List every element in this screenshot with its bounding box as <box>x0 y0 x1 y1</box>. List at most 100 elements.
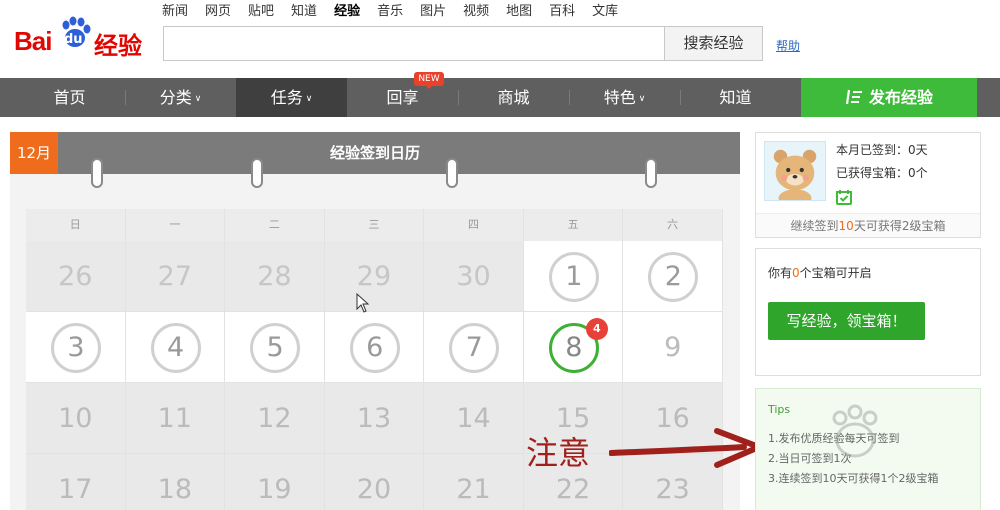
calendar-check-icon[interactable] <box>836 189 852 205</box>
topnav-baike[interactable]: 百科 <box>549 3 575 21</box>
mouse-cursor-icon <box>356 293 370 313</box>
edit-icon <box>845 89 862 105</box>
weekday-label: 二 <box>225 209 325 241</box>
day-number: 13 <box>356 403 392 434</box>
bear-avatar <box>764 141 826 201</box>
day-number: 17 <box>58 474 93 505</box>
day-number: 9 <box>664 332 682 363</box>
calendar-day: 11 <box>125 383 226 454</box>
logo-bai: Bai <box>14 26 52 56</box>
calendar-day: 7 <box>424 312 524 383</box>
day-number: 4 <box>150 323 201 373</box>
mainnav-huixiang-label: 回享 <box>386 88 419 107</box>
mainnav-category-label: 分类 <box>159 88 192 107</box>
day-number: 7 <box>449 323 500 373</box>
weekday-label: 日 <box>26 209 126 241</box>
calendar-day: 12 <box>225 383 325 454</box>
mainnav-tasks[interactable]: 任务 ∨ <box>236 78 347 117</box>
topnav-images[interactable]: 图片 <box>420 3 446 21</box>
mainnav-category[interactable]: 分类 ∨ <box>125 78 236 117</box>
calendar-week-row: 34567849 <box>26 312 723 383</box>
logo-jingyan: 经验 <box>94 32 142 60</box>
signed-days-text: 本月已签到：0天 <box>836 143 928 157</box>
mainnav-zhidao[interactable]: 知道 <box>680 78 791 117</box>
day-number: 29 <box>356 261 392 292</box>
topnav-news[interactable]: 新闻 <box>162 3 188 21</box>
day-number: 12 <box>257 403 292 434</box>
calendar-day: 4 <box>125 312 226 383</box>
topnav-wenku[interactable]: 文库 <box>592 3 618 21</box>
mainnav-mall[interactable]: 商城 <box>458 78 569 117</box>
chest-card: 你有0个宝箱可开启 写经验，领宝箱！ <box>755 248 981 376</box>
signin-stats-card: 本月已签到：0天 已获得宝箱：0个 继续签到10天可获得2级宝箱 <box>755 132 981 238</box>
topnav-jingyan[interactable]: 经验 <box>334 3 360 21</box>
calendar-day: 3 <box>26 312 126 383</box>
calendar-day: 17 <box>26 454 126 510</box>
chests-earned-text: 已获得宝箱：0个 <box>836 166 928 180</box>
calendar-day-today[interactable]: 84 <box>523 312 624 383</box>
chest-text-prefix: 你有 <box>768 266 793 280</box>
publish-button[interactable]: 发布经验 <box>801 78 977 117</box>
weekday-label: 三 <box>324 209 425 241</box>
top-nav: 新闻 网页 贴吧 知道 经验 音乐 图片 视频 地图 百科 文库 <box>162 3 635 21</box>
topnav-web[interactable]: 网页 <box>205 3 231 21</box>
baidu-jingyan-logo[interactable]: Bai du 经验 <box>14 10 144 60</box>
search-button[interactable]: 搜索经验 <box>664 26 763 61</box>
calendar-day: 5 <box>225 312 325 383</box>
day-number: 5 <box>250 323 301 373</box>
day-number: 6 <box>349 323 400 373</box>
logo-du: du <box>64 32 83 47</box>
topnav-map[interactable]: 地图 <box>506 3 532 21</box>
calendar-day: 9 <box>623 312 723 383</box>
annotation-arrow-icon <box>609 428 762 468</box>
topnav-zhidao[interactable]: 知道 <box>291 3 317 21</box>
mainnav-tasks-label: 任务 <box>270 88 303 107</box>
calendar-day: 6 <box>324 312 425 383</box>
calendar-day: 29 <box>324 241 425 312</box>
day-number: 10 <box>58 403 93 434</box>
new-badge: NEW <box>414 72 444 89</box>
calendar-week-row: 26 27 28 29 30 1 2 <box>26 241 723 312</box>
calendar-title: 经验签到日历 <box>329 144 420 162</box>
calendar-day: 18 <box>125 454 226 510</box>
search-input[interactable] <box>163 26 665 61</box>
calendar-day: 26 <box>26 241 126 312</box>
mainnav-zhidao-label: 知道 <box>719 88 752 107</box>
day-number: 21 <box>456 474 491 505</box>
chest-text-suffix: 个宝箱可开启 <box>799 266 872 280</box>
day-number: 11 <box>157 403 193 434</box>
calendar-day: 19 <box>225 454 325 510</box>
weekday-label: 五 <box>523 209 624 241</box>
calendar-header: 经验签到日历 12月 <box>10 132 740 174</box>
help-link[interactable]: 帮助 <box>776 37 800 54</box>
mainnav-mall-label: 商城 <box>497 88 530 107</box>
calendar-day: 14 <box>424 383 524 454</box>
mainnav-home-label: 首页 <box>53 88 86 107</box>
notification-badge: 4 <box>585 318 608 340</box>
binder-ring-icon <box>645 158 657 188</box>
calendar-day: 27 <box>125 241 226 312</box>
day-number: 2 <box>648 252 699 302</box>
day-number: 28 <box>257 261 292 292</box>
note-suffix: 天可获得2级宝箱 <box>853 219 946 233</box>
day-number: 14 <box>456 403 491 434</box>
calendar-day: 30 <box>424 241 524 312</box>
topnav-video[interactable]: 视频 <box>463 3 489 21</box>
note-days: 10 <box>838 219 854 233</box>
mainnav-home[interactable]: 首页 <box>14 78 125 117</box>
topnav-music[interactable]: 音乐 <box>377 3 403 21</box>
mainnav-featured[interactable]: 特色 ∨ <box>569 78 680 117</box>
calendar-day: 10 <box>26 383 126 454</box>
day-number: 30 <box>456 261 491 292</box>
topnav-tieba[interactable]: 贴吧 <box>248 3 274 21</box>
binder-ring-icon <box>91 158 103 188</box>
weekday-label: 四 <box>424 209 524 241</box>
chest-count: 0 <box>792 266 800 280</box>
calendar-day: 20 <box>324 454 425 510</box>
signin-progress-note: 继续签到10天可获得2级宝箱 <box>756 213 980 237</box>
day-number: 27 <box>157 261 193 292</box>
chevron-down-icon: ∨ <box>638 94 646 104</box>
calendar-day: 1 <box>523 241 624 312</box>
write-experience-button[interactable]: 写经验，领宝箱！ <box>768 302 925 340</box>
chest-count-text: 你有0个宝箱可开启 <box>768 264 872 281</box>
